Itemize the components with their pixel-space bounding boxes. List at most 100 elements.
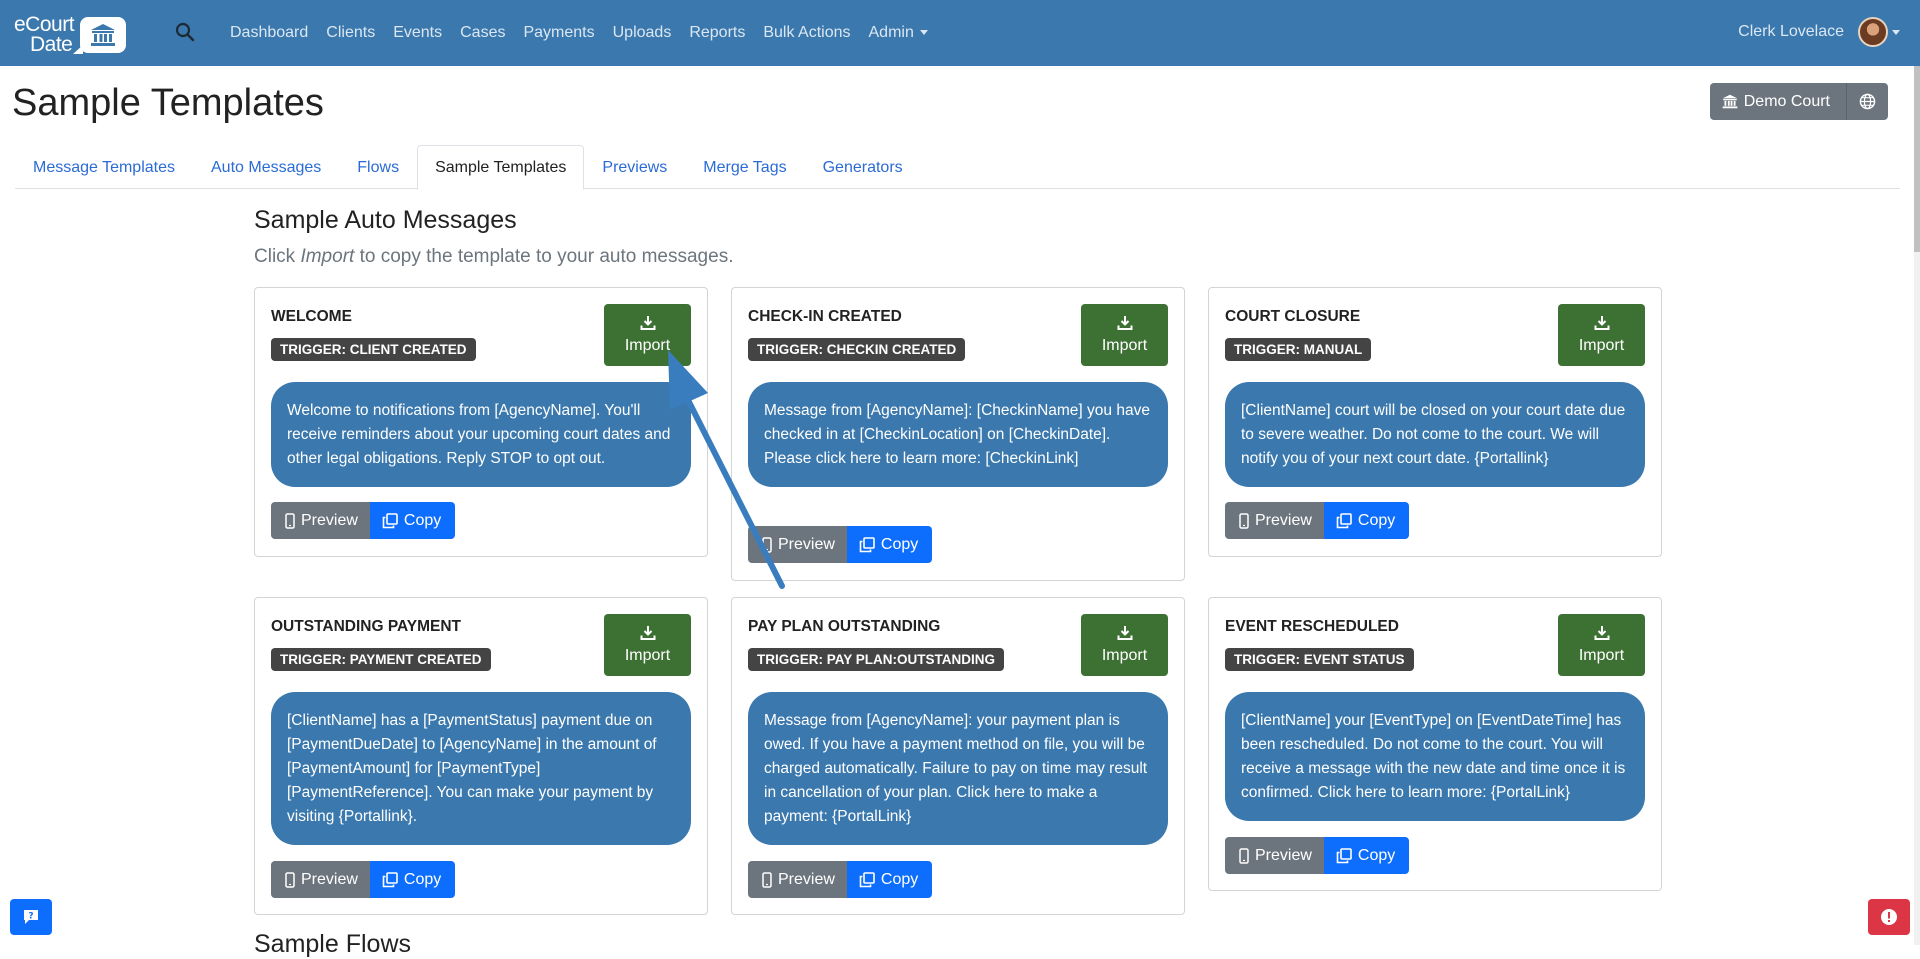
copy-button[interactable]: Copy	[846, 526, 933, 563]
import-button[interactable]: Import	[604, 304, 691, 366]
language-button[interactable]	[1846, 83, 1888, 120]
copy-label: Copy	[1357, 511, 1396, 529]
trigger-badge: TRIGGER: MANUAL	[1225, 338, 1372, 361]
card-actions: Preview Copy	[1225, 502, 1410, 539]
tab-sample-templates[interactable]: Sample Templates	[417, 145, 585, 190]
copy-button[interactable]: Copy	[369, 861, 456, 898]
page-title: Sample Templates	[12, 82, 324, 124]
copy-icon	[382, 512, 398, 528]
phone-icon	[285, 512, 295, 529]
preview-button[interactable]: Preview	[271, 502, 370, 539]
card-actions: Preview Copy	[1225, 837, 1410, 874]
demo-court-button[interactable]: Demo Court	[1709, 83, 1846, 120]
import-label: Import	[1578, 337, 1625, 354]
copy-button[interactable]: Copy	[369, 502, 456, 539]
copy-icon	[382, 871, 398, 887]
template-card-event-rescheduled: EVENT RESCHEDULED TRIGGER: EVENT STATUS …	[1208, 597, 1662, 891]
download-icon	[1117, 626, 1132, 640]
download-icon	[640, 316, 655, 330]
import-button[interactable]: Import	[1081, 304, 1168, 366]
nav-dashboard[interactable]: Dashboard	[230, 24, 308, 42]
message-bubble: Message from [AgencyName]: your payment …	[748, 692, 1168, 845]
copy-label: Copy	[403, 870, 442, 888]
template-card-check-in-created: CHECK-IN CREATED TRIGGER: CHECKIN CREATE…	[731, 287, 1185, 581]
tab-merge-tags[interactable]: Merge Tags	[685, 145, 804, 189]
copy-label: Copy	[403, 511, 442, 529]
scrollbar-thumb[interactable]	[1914, 66, 1920, 252]
courthouse-icon	[73, 17, 127, 54]
tab-flows[interactable]: Flows	[339, 145, 417, 189]
download-icon	[640, 626, 655, 640]
copy-button[interactable]: Copy	[1323, 502, 1410, 539]
nav-payments[interactable]: Payments	[523, 24, 594, 42]
search-icon[interactable]	[175, 22, 197, 44]
nav-cases[interactable]: Cases	[460, 24, 505, 42]
import-button[interactable]: Import	[1081, 614, 1168, 676]
card-title: OUTSTANDING PAYMENT	[271, 618, 462, 635]
import-button[interactable]: Import	[1558, 614, 1645, 676]
top-navbar: eCourt Date Dashboard Clients Events Cas…	[0, 0, 1920, 66]
section-subtitle: Click Import to copy the template to you…	[254, 246, 733, 268]
card-actions: Preview Copy	[271, 861, 456, 898]
tab-previews[interactable]: Previews	[584, 145, 685, 189]
template-card-court-closure: COURT CLOSURE TRIGGER: MANUAL Import [Cl…	[1208, 287, 1662, 557]
template-tabs: Message Templates Auto Messages Flows Sa…	[15, 145, 1900, 190]
card-actions: Preview Copy	[748, 861, 933, 898]
preview-button[interactable]: Preview	[1225, 502, 1324, 539]
nav-events[interactable]: Events	[393, 24, 442, 42]
error-report-button[interactable]	[1868, 899, 1910, 935]
app-logo[interactable]: eCourt Date	[14, 14, 127, 56]
copy-icon	[859, 536, 875, 552]
help-chat-button[interactable]: ?	[10, 899, 52, 935]
user-menu[interactable]: Clerk Lovelace	[1738, 17, 1900, 47]
subtitle-prefix: Click	[254, 246, 301, 267]
copy-button[interactable]: Copy	[1323, 837, 1410, 874]
import-label: Import	[1101, 337, 1148, 354]
courthouse-icon	[1722, 94, 1738, 109]
subtitle-suffix: to copy the template to your auto messag…	[354, 246, 734, 267]
nav-reports[interactable]: Reports	[689, 24, 745, 42]
preview-label: Preview	[301, 511, 358, 529]
copy-icon	[1336, 512, 1352, 528]
preview-button[interactable]: Preview	[748, 526, 847, 563]
phone-icon	[285, 871, 295, 888]
copy-label: Copy	[880, 535, 919, 553]
card-actions: Preview Copy	[748, 526, 933, 563]
message-bubble: Message from [AgencyName]: [CheckinName]…	[748, 382, 1168, 487]
section-title: Sample Auto Messages	[254, 206, 517, 234]
import-button[interactable]: Import	[604, 614, 691, 676]
message-bubble: Welcome to notifications from [AgencyNam…	[271, 382, 691, 487]
card-title: PAY PLAN OUTSTANDING	[748, 618, 941, 635]
trigger-badge: TRIGGER: CLIENT CREATED	[271, 338, 476, 361]
tab-message-templates[interactable]: Message Templates	[15, 145, 193, 189]
nav-admin-dropdown[interactable]: Admin	[869, 24, 928, 42]
download-icon	[1594, 626, 1609, 640]
nav-admin-label: Admin	[868, 24, 914, 41]
message-bubble: [ClientName] court will be closed on you…	[1225, 382, 1645, 487]
download-icon	[1594, 316, 1609, 330]
import-button[interactable]: Import	[1558, 304, 1645, 366]
demo-court-label: Demo Court	[1743, 92, 1830, 110]
preview-button[interactable]: Preview	[271, 861, 370, 898]
nav-uploads[interactable]: Uploads	[613, 24, 672, 42]
tab-generators[interactable]: Generators	[805, 145, 921, 189]
tab-auto-messages[interactable]: Auto Messages	[193, 145, 339, 189]
trigger-badge: TRIGGER: EVENT STATUS	[1225, 648, 1414, 671]
preview-label: Preview	[1255, 846, 1312, 864]
message-bubble: [ClientName] has a [PaymentStatus] payme…	[271, 692, 691, 845]
phone-icon	[1239, 847, 1249, 864]
logo-text-line2: Date	[30, 33, 73, 56]
nav-clients[interactable]: Clients	[326, 24, 375, 42]
import-label: Import	[624, 647, 671, 664]
main-nav: Dashboard Clients Events Cases Payments …	[230, 0, 946, 66]
phone-icon	[762, 536, 772, 553]
preview-button[interactable]: Preview	[748, 861, 847, 898]
trigger-badge: TRIGGER: PAYMENT CREATED	[271, 648, 491, 671]
copy-button[interactable]: Copy	[846, 861, 933, 898]
nav-bulk-actions[interactable]: Bulk Actions	[763, 24, 850, 42]
preview-button[interactable]: Preview	[1225, 837, 1324, 874]
import-label: Import	[1578, 647, 1625, 664]
import-label: Import	[624, 337, 671, 354]
copy-label: Copy	[880, 870, 919, 888]
chevron-down-icon	[919, 30, 928, 36]
